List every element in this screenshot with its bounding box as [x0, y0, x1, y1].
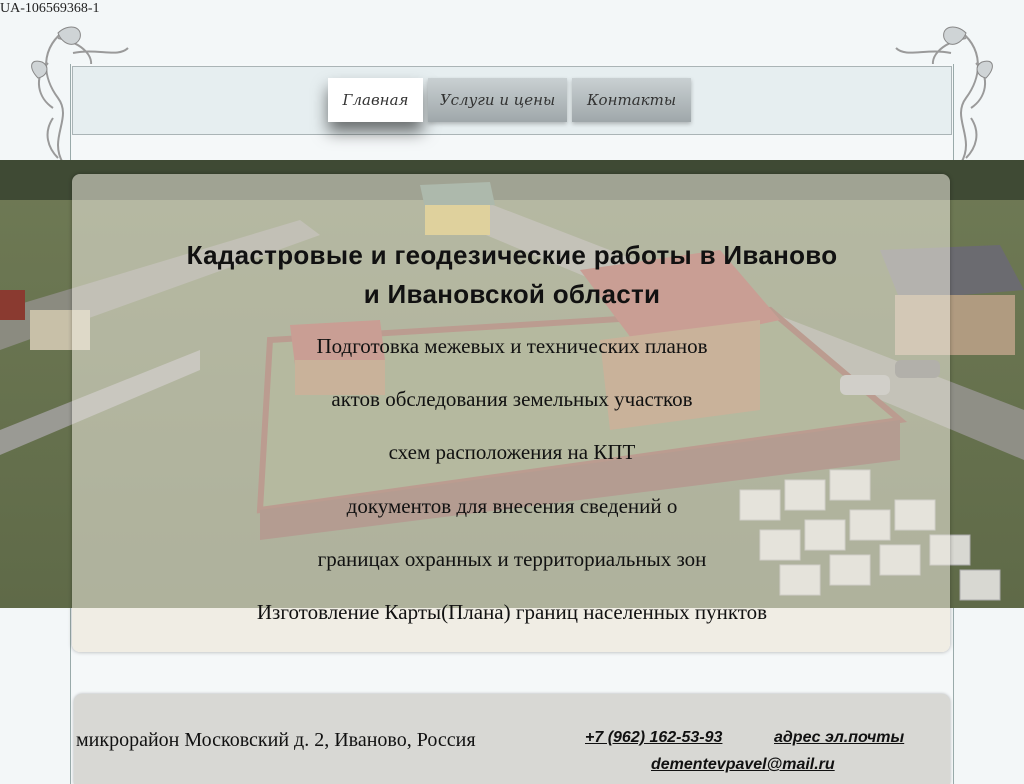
- page-title: Кадастровые и геодезические работы в Ива…: [120, 236, 904, 314]
- service-item: схем расположения на КПТ: [388, 440, 636, 464]
- service-item: актов обследования земельных участков: [331, 387, 693, 411]
- footer-address: микрорайон Московский д. 2, Иваново, Рос…: [76, 729, 476, 751]
- service-item: Подготовка межевых и технических планов: [316, 334, 708, 358]
- nav-item-contacts[interactable]: Контакты: [572, 78, 691, 122]
- service-item: документов для внесения сведений о: [346, 494, 678, 518]
- page-title-line-2: и Ивановской области: [363, 279, 661, 309]
- email-label-link[interactable]: адрес эл.почты: [774, 729, 904, 747]
- phone-link[interactable]: +7 (962) 162-53-93: [585, 729, 722, 747]
- email-link[interactable]: dementevpavel@mail.ru: [651, 756, 835, 774]
- service-item: границах охранных и территориальных зон: [317, 547, 707, 571]
- page-title-line-1: Кадастровые и геодезические работы в Ива…: [186, 240, 838, 270]
- tracking-id-text: UA-106569368-1: [0, 1, 100, 16]
- nav-item-home[interactable]: Главная: [328, 78, 423, 122]
- nav-item-services[interactable]: Услуги и цены: [428, 78, 567, 122]
- service-item: Изготовление Карты(Плана) границ населен…: [256, 600, 768, 624]
